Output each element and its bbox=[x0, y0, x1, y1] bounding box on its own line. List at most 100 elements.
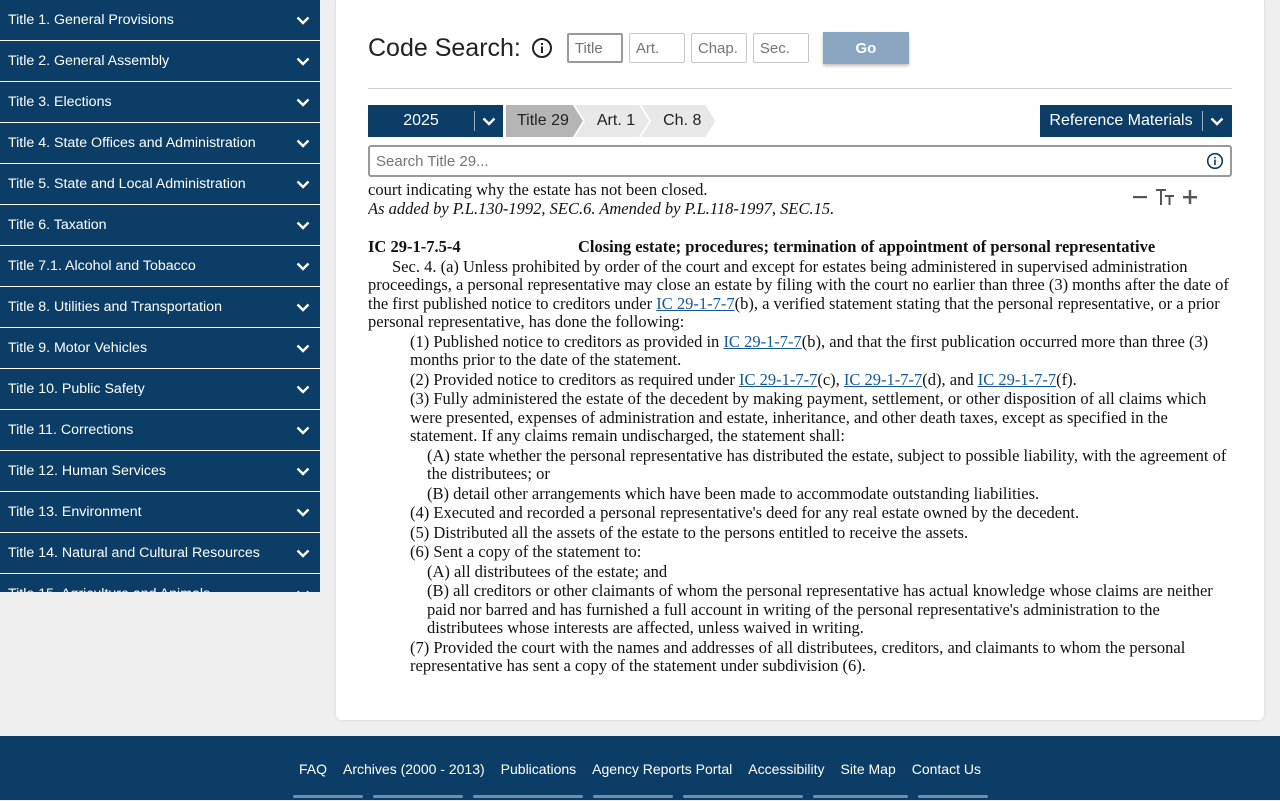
sub-list-item: (B) all creditors or other claimants of … bbox=[427, 581, 1213, 637]
chevron-down-icon bbox=[296, 13, 310, 27]
section-title: Closing estate; procedures; termination … bbox=[578, 237, 1156, 256]
article-number-input[interactable] bbox=[628, 33, 685, 63]
chevron-down-icon bbox=[296, 546, 310, 560]
minus-icon[interactable] bbox=[1132, 189, 1148, 205]
sidebar-item-label: Title 4. State Offices and Administratio… bbox=[8, 135, 256, 151]
list-item: (7) Provided the court with the names an… bbox=[410, 637, 1186, 675]
breadcrumb-title[interactable]: Title 29 bbox=[506, 105, 583, 137]
footer-links: FAQ Archives (2000 - 2013) Publications Age… bbox=[0, 761, 1280, 777]
chevron-down-icon bbox=[296, 587, 310, 592]
footer-link[interactable]: Contact Us bbox=[912, 761, 981, 777]
history-note: As added by P.L.130-1992, SEC.6. Amended… bbox=[368, 198, 835, 218]
divider bbox=[368, 88, 1232, 89]
sidebar-item-title[interactable]: Title 6. Taxation bbox=[0, 205, 320, 246]
sidebar-item-label: Title 3. Elections bbox=[8, 94, 112, 110]
chevron-down-icon bbox=[296, 259, 310, 273]
text-run: (f). bbox=[1056, 369, 1077, 389]
statute-text: court indicating why the estate has not … bbox=[368, 180, 1232, 700]
sidebar-item-label: Title 1. General Provisions bbox=[8, 12, 174, 28]
footer-link[interactable]: FAQ bbox=[299, 761, 327, 777]
text-run: (c), bbox=[817, 369, 844, 389]
footer-link[interactable]: Agency Reports Portal bbox=[592, 761, 732, 777]
title-search-input[interactable] bbox=[370, 148, 1206, 174]
sidebar-item-label: Title 8. Utilities and Transportation bbox=[8, 299, 222, 315]
previous-section-tail: court indicating why the estate has not … bbox=[368, 180, 708, 199]
sidebar-item-title[interactable]: Title 10. Public Safety bbox=[0, 369, 320, 410]
sidebar-item-title[interactable]: Title 14. Natural and Cultural Resources bbox=[0, 533, 320, 574]
section-intro: Sec. 4. (a) Unless prohibited by order o… bbox=[368, 257, 1232, 332]
sidebar-item-label: Title 7.1. Alcohol and Tobacco bbox=[8, 258, 196, 274]
separator bbox=[474, 111, 475, 131]
citation-link[interactable]: IC 29-1-7-7 bbox=[656, 294, 734, 313]
breadcrumb-article[interactable]: Art. 1 bbox=[575, 105, 649, 137]
font-size-icon[interactable] bbox=[1155, 188, 1175, 206]
sidebar-item-title[interactable]: Title 1. General Provisions bbox=[0, 0, 320, 41]
footer-link[interactable]: Accessibility bbox=[748, 761, 824, 777]
sidebar-item-title[interactable]: Title 5. State and Local Administration bbox=[0, 164, 320, 205]
sidebar-item-title[interactable]: Title 9. Motor Vehicles bbox=[0, 328, 320, 369]
sidebar-item-title[interactable]: Title 12. Human Services bbox=[0, 451, 320, 492]
sidebar-item-title[interactable]: Title 2. General Assembly bbox=[0, 41, 320, 82]
chevron-down-icon bbox=[482, 114, 496, 128]
title-number-input[interactable] bbox=[566, 33, 623, 63]
chevron-down-icon bbox=[296, 464, 310, 478]
sub-list-item: (A) state whether the personal represent… bbox=[427, 445, 1227, 483]
sidebar-item-label: Title 14. Natural and Cultural Resources bbox=[8, 545, 260, 561]
list-item: (4) Executed and recorded a personal rep… bbox=[410, 503, 1080, 522]
chevron-down-icon bbox=[296, 505, 310, 519]
sidebar-item-label: Title 9. Motor Vehicles bbox=[8, 340, 148, 356]
separator bbox=[1202, 111, 1203, 131]
sidebar-item-title[interactable]: Title 8. Utilities and Transportation bbox=[0, 287, 320, 328]
section-heading: IC 29-1-7.5-4 Closing estate; procedures… bbox=[368, 237, 1232, 257]
title-search-field bbox=[368, 145, 1232, 177]
breadcrumb-chapter[interactable]: Ch. 8 bbox=[641, 105, 715, 137]
citation-link[interactable]: IC 29-1-7-7 bbox=[723, 332, 801, 351]
chevron-down-icon bbox=[296, 341, 310, 355]
citation-link[interactable]: IC 29-1-7-7 bbox=[978, 370, 1056, 389]
footer-link[interactable]: Site Map bbox=[840, 761, 895, 777]
sidebar-item-title[interactable]: Title 11. Corrections bbox=[0, 410, 320, 451]
sidebar-item-label: Title 11. Corrections bbox=[8, 422, 134, 438]
chevron-down-icon bbox=[296, 300, 310, 314]
year-select[interactable]: 2025 bbox=[368, 105, 503, 137]
text-run: (d), and bbox=[922, 369, 978, 389]
info-icon[interactable] bbox=[531, 37, 553, 59]
chevron-down-icon bbox=[1210, 114, 1224, 128]
navigation-row: 2025 Title 29 Art. 1 Ch. 8 Reference Mat… bbox=[368, 105, 1232, 137]
reference-materials-label: Reference Materials bbox=[1049, 112, 1193, 129]
chevron-down-icon bbox=[296, 95, 310, 109]
list-item: (5) Distributed all the assets of the es… bbox=[410, 522, 969, 542]
text-run: (2) Provided notice to creditors as requ… bbox=[410, 369, 739, 389]
section-number-input[interactable] bbox=[752, 33, 809, 63]
chapter-number-input[interactable] bbox=[690, 33, 747, 63]
text-size-controls bbox=[1132, 186, 1198, 208]
info-icon[interactable] bbox=[1206, 152, 1224, 170]
sidebar-item-title[interactable]: Title 3. Elections bbox=[0, 82, 320, 123]
site-footer: FAQ Archives (2000 - 2013) Publications Age… bbox=[0, 736, 1280, 800]
sidebar-item-label: Title 13. Environment bbox=[8, 504, 142, 520]
sub-list-item: (A) all distributees of the estate; and bbox=[427, 561, 668, 581]
sidebar-item-title[interactable]: Title 15. Agriculture and Animals bbox=[0, 574, 320, 592]
citation-link[interactable]: IC 29-1-7-7 bbox=[844, 370, 922, 389]
footer-link[interactable]: Publications bbox=[501, 761, 577, 777]
sidebar-item-label: Title 15. Agriculture and Animals bbox=[8, 586, 210, 592]
sidebar-item-title[interactable]: Title 13. Environment bbox=[0, 492, 320, 533]
footer-secondary-row bbox=[0, 795, 1280, 801]
chevron-down-icon bbox=[296, 218, 310, 232]
chevron-down-icon bbox=[296, 423, 310, 437]
citation-link[interactable]: IC 29-1-7-7 bbox=[739, 370, 817, 389]
year-value: 2025 bbox=[403, 112, 439, 129]
plus-icon[interactable] bbox=[1182, 189, 1198, 205]
main-content-card: Code Search: Go 2025 Title 29 Art. 1 Ch.… bbox=[336, 0, 1264, 720]
list-item: (6) Sent a copy of the statement to: bbox=[410, 542, 642, 561]
sub-list-item: (B) detail other arrangements which have… bbox=[427, 483, 1040, 503]
chevron-down-icon bbox=[296, 382, 310, 396]
sidebar-item-title[interactable]: Title 4. State Offices and Administratio… bbox=[0, 123, 320, 164]
chevron-down-icon bbox=[296, 136, 310, 150]
chevron-down-icon bbox=[296, 177, 310, 191]
sidebar-item-title[interactable]: Title 7.1. Alcohol and Tobacco bbox=[0, 246, 320, 287]
footer-link[interactable]: Archives (2000 - 2013) bbox=[343, 761, 485, 777]
chevron-down-icon bbox=[296, 54, 310, 68]
go-button[interactable]: Go bbox=[822, 32, 909, 64]
reference-materials-dropdown[interactable]: Reference Materials bbox=[1040, 105, 1232, 137]
